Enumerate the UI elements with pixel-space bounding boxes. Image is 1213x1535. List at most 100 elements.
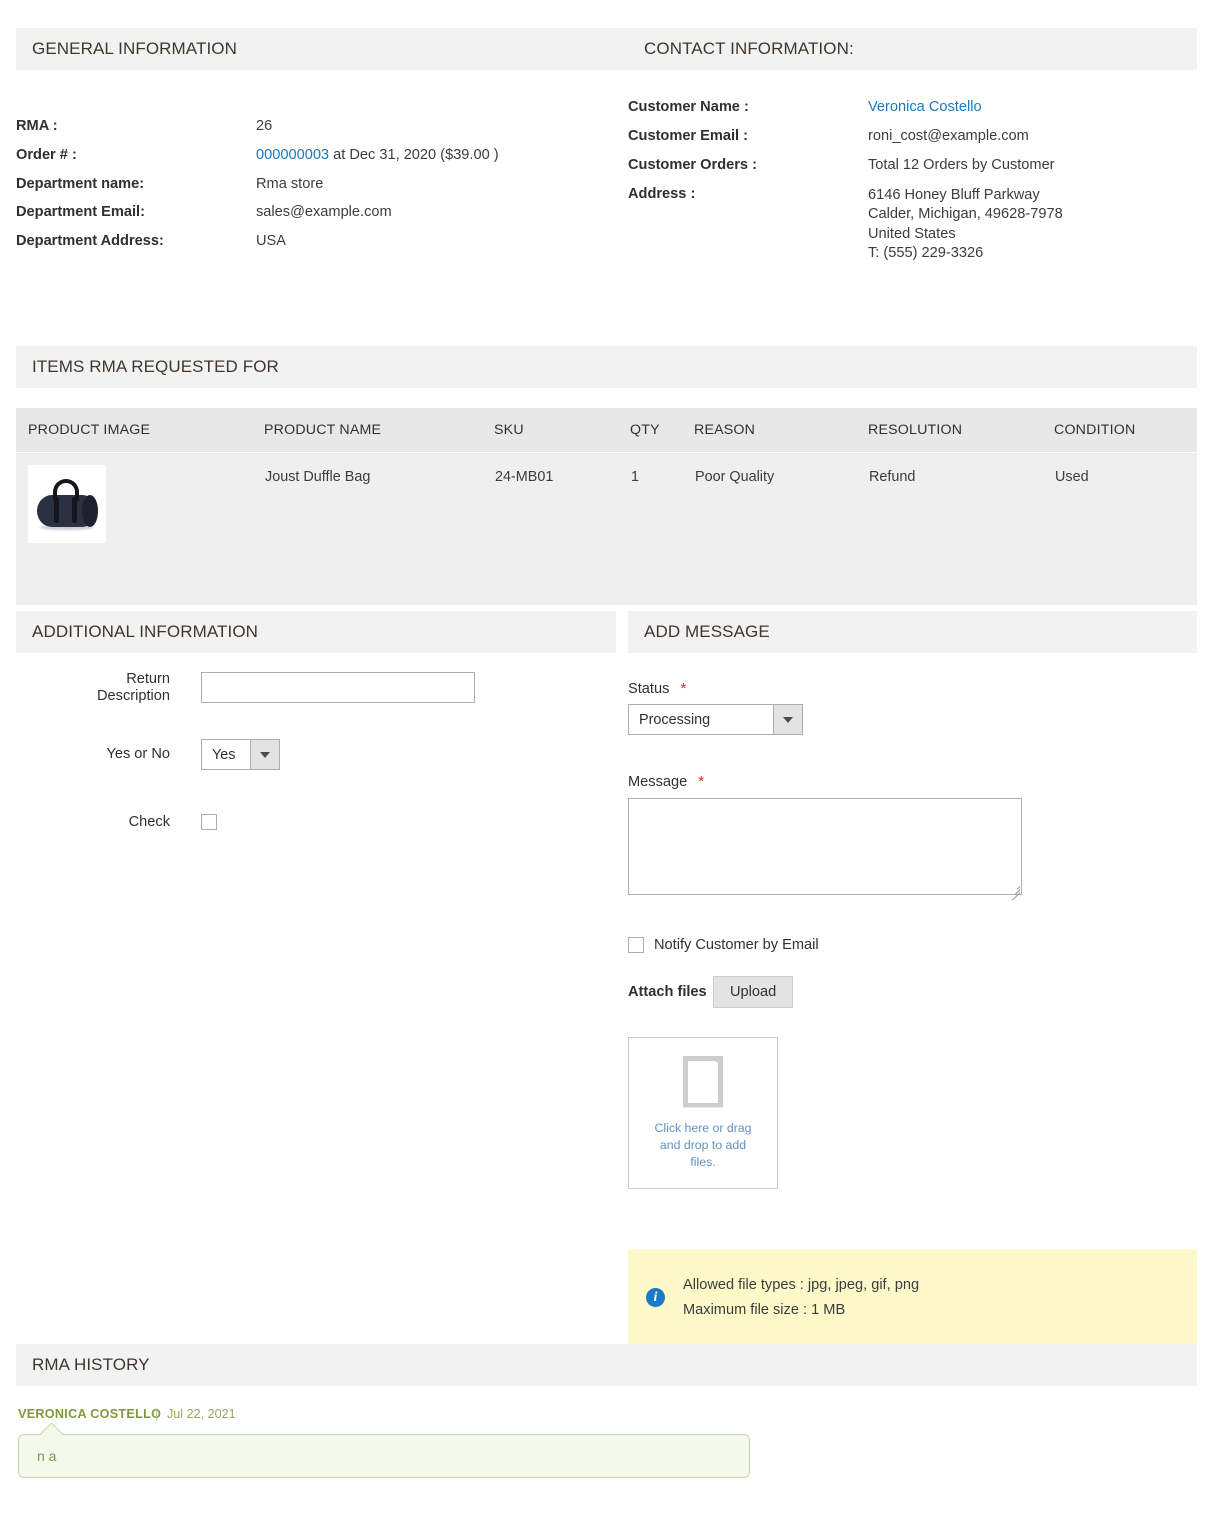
- return-description-input[interactable]: [201, 672, 475, 703]
- general-information-list: RMA : 26 Order # : 000000003 at Dec 31, …: [16, 118, 616, 261]
- general-row-department-email: Department Email: sales@example.com: [16, 204, 616, 220]
- general-row-order: Order # : 000000003 at Dec 31, 2020 ($39…: [16, 147, 616, 163]
- dropzone-hint-text: Click here or drag and drop to add files…: [654, 1120, 752, 1169]
- chevron-down-icon[interactable]: [773, 705, 802, 734]
- table-row: Joust Duffle Bag 24-MB01 1 Poor Quality …: [16, 452, 1197, 605]
- message-label: Message *: [628, 773, 704, 790]
- contact-row-address: Address : 6146 Honey Bluff Parkway Calde…: [628, 186, 1198, 263]
- contact-label-customer-name: Customer Name :: [628, 99, 749, 115]
- history-author-name: VERONICA COSTELLO: [18, 1407, 162, 1421]
- notice-max-size: Maximum file size : 1 MB: [683, 1301, 846, 1318]
- section-title-rma-history: RMA HISTORY: [32, 1355, 150, 1374]
- column-condition: CONDITION: [1054, 408, 1197, 453]
- check-checkbox[interactable]: [201, 814, 217, 830]
- section-header-items-rma: ITEMS RMA REQUESTED FOR: [16, 346, 1197, 388]
- address-line-country: United States: [868, 225, 956, 242]
- items-table-header-row: PRODUCT IMAGE PRODUCT NAME SKU QTY REASO…: [16, 408, 1197, 453]
- section-header-additional-information: ADDITIONAL INFORMATION: [16, 611, 616, 653]
- section-title-items-rma: ITEMS RMA REQUESTED FOR: [32, 357, 279, 376]
- general-value-order: 000000003 at Dec 31, 2020 ($39.00 ): [256, 147, 499, 163]
- general-value-rma: 26: [256, 118, 273, 134]
- general-value-department-address: USA: [256, 232, 287, 249]
- section-header-add-message: ADD MESSAGE: [628, 611, 1197, 653]
- general-row-department-name: Department name: Rma store: [16, 176, 616, 192]
- history-separator: |: [155, 1407, 159, 1421]
- address-line-city-state-zip: Calder, Michigan, 49628-7978: [868, 206, 1063, 223]
- notice-text: Allowed file types : jpg, jpeg, gif, png…: [683, 1273, 919, 1323]
- history-date: Jul 22, 2021: [167, 1407, 236, 1421]
- status-selected-value: Processing: [639, 711, 711, 728]
- cell-resolution: Refund: [868, 452, 1054, 605]
- return-description-label-line1: Return: [126, 671, 170, 687]
- status-label: Status *: [628, 680, 686, 697]
- status-required-asterisk: *: [680, 680, 687, 697]
- column-reason: REASON: [694, 408, 868, 453]
- general-label-department-address: Department Address:: [16, 232, 164, 249]
- column-resolution: RESOLUTION: [868, 408, 1054, 453]
- customer-name-link[interactable]: Veronica Costello: [868, 99, 982, 115]
- general-label-rma: RMA :: [16, 118, 58, 134]
- general-label-department-email: Department Email:: [16, 204, 145, 220]
- rma-detail-page: GENERAL INFORMATION RMA : 26 Order # : 0…: [0, 0, 1213, 1535]
- contact-row-email: Customer Email : roni_cost@example.com: [628, 128, 1198, 144]
- cell-product-image: [16, 452, 264, 605]
- yes-or-no-selected-value: Yes: [212, 746, 236, 763]
- contact-label-customer-email: Customer Email :: [628, 128, 749, 144]
- yes-or-no-label: Yes or No: [106, 746, 170, 762]
- general-row-department-address: Department Address: USA: [16, 233, 616, 249]
- section-title-contact-information: CONTACT INFORMATION:: [644, 39, 854, 58]
- general-value-department-email: sales@example.com: [256, 204, 392, 220]
- file-requirements-notice: i Allowed file types : jpg, jpeg, gif, p…: [628, 1249, 1197, 1346]
- section-header-rma-history: RMA HISTORY: [16, 1344, 1197, 1386]
- section-title-add-message: ADD MESSAGE: [644, 622, 770, 641]
- attach-files-label: Attach files: [628, 984, 707, 1000]
- order-number-link[interactable]: 000000003: [256, 147, 329, 163]
- yes-or-no-select[interactable]: Yes: [201, 739, 280, 770]
- bag-strap-left: [54, 497, 59, 523]
- status-label-text: Status: [628, 681, 670, 697]
- product-image-thumbnail: [28, 465, 106, 543]
- section-header-contact-information: CONTACT INFORMATION:: [628, 28, 1197, 70]
- notify-customer-label: Notify Customer by Email: [654, 937, 819, 953]
- upload-button[interactable]: Upload: [713, 976, 794, 1008]
- column-sku: SKU: [494, 408, 630, 453]
- status-select[interactable]: Processing: [628, 704, 803, 735]
- chevron-down-icon[interactable]: [250, 740, 279, 769]
- general-label-order: Order # :: [16, 146, 77, 163]
- file-dropzone[interactable]: Click here or drag and drop to add files…: [628, 1037, 778, 1189]
- items-table-body: Joust Duffle Bag 24-MB01 1 Poor Quality …: [16, 452, 1197, 605]
- message-required-asterisk: *: [698, 773, 705, 790]
- history-message-text: n a: [37, 1448, 57, 1464]
- general-value-department-name: Rma store: [256, 175, 324, 192]
- address-line-street: 6146 Honey Bluff Parkway: [868, 187, 1040, 203]
- items-rma-table: PRODUCT IMAGE PRODUCT NAME SKU QTY REASO…: [16, 408, 1197, 605]
- contact-label-customer-orders: Customer Orders :: [628, 157, 757, 173]
- cell-sku: 24-MB01: [494, 452, 630, 605]
- column-product-name: PRODUCT NAME: [264, 408, 494, 453]
- info-icon: i: [646, 1288, 665, 1307]
- address-line-phone: T: (555) 229-3326: [868, 244, 984, 261]
- order-meta-text: at Dec 31, 2020 ($39.00 ): [329, 146, 499, 163]
- column-product-image: PRODUCT IMAGE: [16, 408, 264, 453]
- general-row-rma: RMA : 26: [16, 118, 616, 134]
- bag-end-cap: [82, 495, 98, 527]
- cell-condition: Used: [1054, 452, 1197, 605]
- notify-customer-checkbox[interactable]: [628, 937, 644, 953]
- cell-qty: 1: [630, 452, 694, 605]
- contact-value-customer-orders: Total 12 Orders by Customer: [868, 157, 1055, 173]
- general-label-department-name: Department name:: [16, 175, 145, 192]
- contact-row-name: Customer Name : Veronica Costello: [628, 99, 1198, 115]
- cell-product-name: Joust Duffle Bag: [264, 452, 494, 605]
- cell-reason: Poor Quality: [694, 452, 868, 605]
- contact-information-list: Customer Name : Veronica Costello Custom…: [628, 99, 1198, 276]
- column-qty: QTY: [630, 408, 694, 453]
- items-table-head: PRODUCT IMAGE PRODUCT NAME SKU QTY REASO…: [16, 408, 1197, 453]
- contact-value-customer-email: roni_cost@example.com: [868, 128, 1029, 144]
- notice-allowed-types: Allowed file types : jpg, jpeg, gif, png: [683, 1276, 920, 1293]
- bag-strap-right: [72, 497, 77, 523]
- message-textarea[interactable]: [628, 798, 1022, 895]
- contact-row-orders: Customer Orders : Total 12 Orders by Cus…: [628, 157, 1198, 173]
- document-icon: [683, 1055, 723, 1108]
- return-description-label-line2: Description: [97, 687, 170, 704]
- contact-label-address: Address :: [628, 186, 696, 202]
